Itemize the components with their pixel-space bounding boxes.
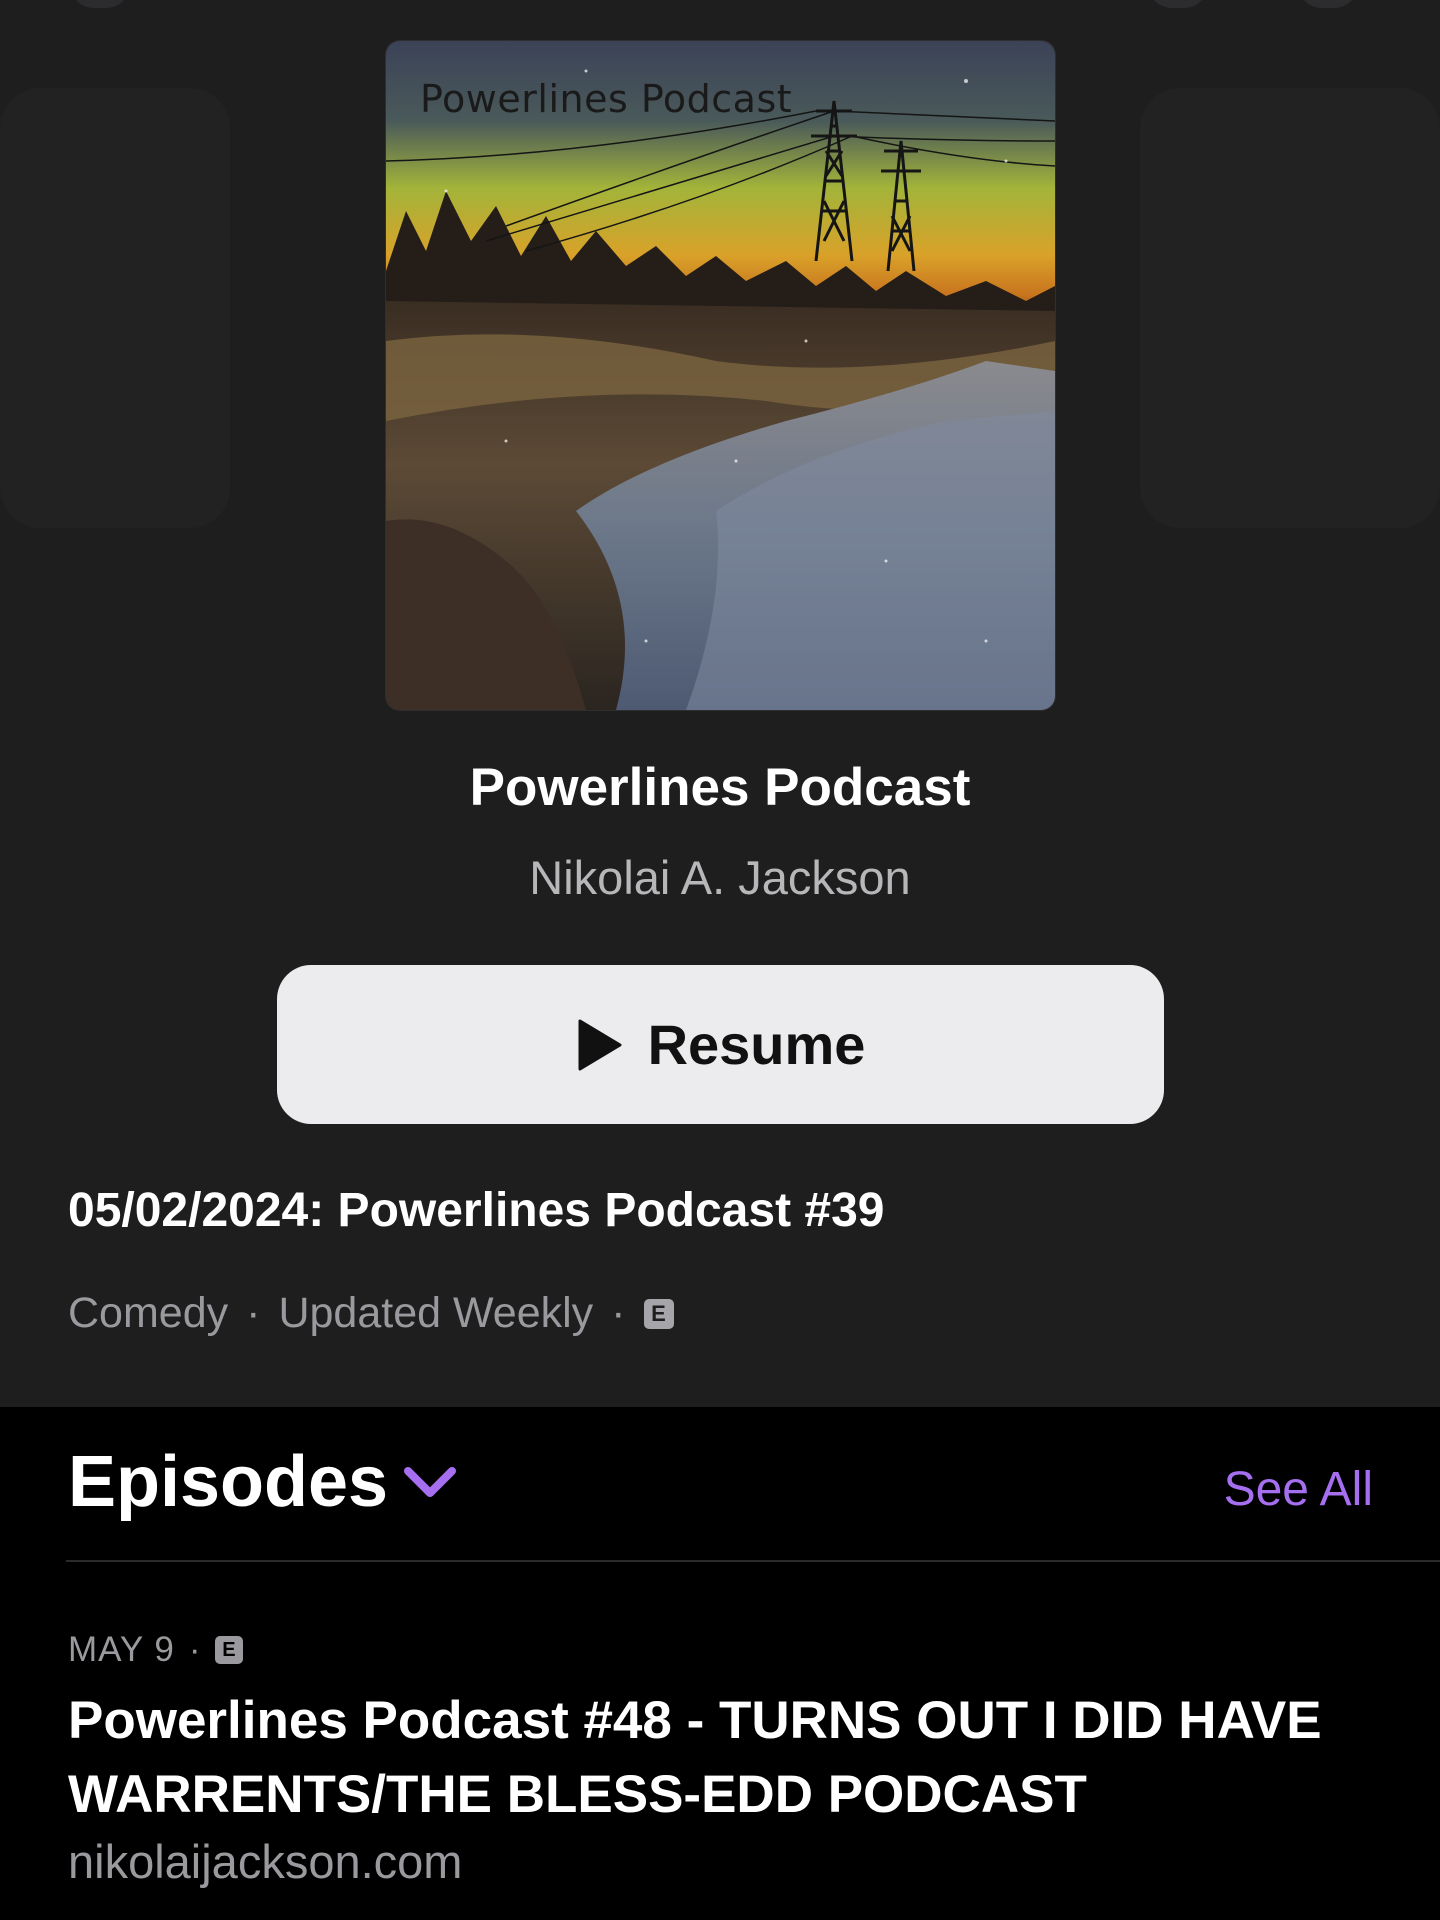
update-frequency: Updated Weekly: [278, 1289, 594, 1337]
latest-episode-title[interactable]: 05/02/2024: Powerlines Podcast #39: [68, 1183, 884, 1238]
episode-description: nikolaijackson.com: [68, 1835, 463, 1888]
meta-separator: ·: [611, 1289, 626, 1337]
play-icon: [578, 1019, 622, 1070]
more-button[interactable]: [1298, 0, 1358, 8]
show-meta: Comedy · Updated Weekly · E: [68, 1289, 674, 1338]
podcast-page: Powerlines Podcast Powerlines Podcast Ni…: [0, 0, 1440, 1920]
back-button[interactable]: [70, 0, 130, 8]
genre-link[interactable]: Comedy: [68, 1289, 228, 1338]
explicit-icon: E: [215, 1636, 244, 1664]
podcast-artwork[interactable]: Powerlines Podcast: [386, 41, 1055, 710]
divider: [66, 1560, 1440, 1562]
meta-separator: ·: [188, 1630, 202, 1669]
episode-title[interactable]: Powerlines Podcast #48 - TURNS OUT I DID…: [68, 1684, 1388, 1832]
background-card-left: [0, 88, 230, 528]
episode-meta: MAY 9 · E: [68, 1630, 244, 1670]
show-title[interactable]: Powerlines Podcast: [0, 757, 1440, 818]
podcast-header: Powerlines Podcast Powerlines Podcast Ni…: [0, 0, 1440, 1407]
background-card-right: [1140, 88, 1440, 528]
chevron-down-icon[interactable]: [402, 1463, 458, 1503]
explicit-icon: E: [643, 1298, 674, 1329]
see-all-link[interactable]: See All: [1224, 1462, 1373, 1517]
artwork-caption: Powerlines Podcast: [420, 77, 793, 121]
resume-button[interactable]: Resume: [277, 965, 1164, 1124]
artwork-image: [386, 41, 1055, 710]
follow-button[interactable]: [1148, 0, 1208, 8]
meta-separator: ·: [246, 1289, 261, 1337]
episode-date: MAY 9: [68, 1630, 175, 1669]
resume-label: Resume: [647, 1013, 866, 1076]
episodes-heading[interactable]: Episodes: [68, 1441, 388, 1523]
show-author[interactable]: Nikolai A. Jackson: [0, 850, 1440, 905]
